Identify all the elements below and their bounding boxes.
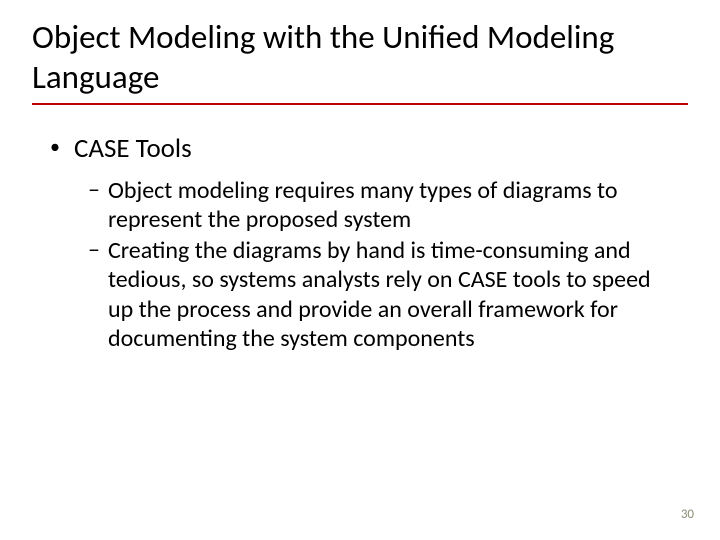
list-item: – Creating the diagrams by hand is time-… [88,236,668,353]
dash-icon: – [88,176,100,204]
bullet-text: CASE Tools [74,133,192,165]
slide-title: Object Modeling with the Unified Modelin… [32,18,688,105]
list-item: – Object modeling requires many types of… [88,176,668,235]
bullet-text: Creating the diagrams by hand is time-co… [108,236,668,353]
bullet-icon: • [50,133,60,161]
list-item: • CASE Tools [50,133,688,165]
page-number: 30 [681,507,694,522]
dash-icon: – [88,236,100,264]
bullet-text: Object modeling requires many types of d… [108,176,668,235]
